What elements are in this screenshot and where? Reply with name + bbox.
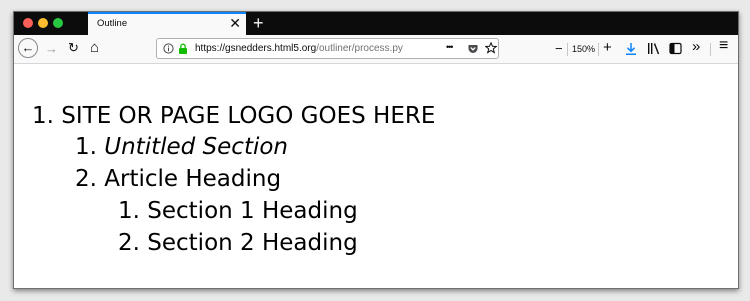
outline-heading: Section 2 Heading bbox=[147, 230, 358, 256]
outline-heading: SITE OR PAGE LOGO GOES HERE bbox=[61, 103, 436, 129]
bookmark-star-icon[interactable] bbox=[485, 42, 497, 54]
zoom-level[interactable]: 150% bbox=[572, 44, 595, 54]
download-icon[interactable] bbox=[625, 42, 637, 56]
new-tab-icon[interactable]: + bbox=[253, 12, 264, 34]
outline-number: 1. bbox=[75, 134, 97, 160]
outline-number: 1. bbox=[32, 103, 54, 129]
tab-bar: Outline ✕ + bbox=[14, 12, 738, 35]
url-path: /outliner/process.py bbox=[316, 43, 403, 54]
outline-number: 1. bbox=[118, 198, 140, 224]
tab-title: Outline bbox=[97, 18, 128, 29]
navigation-toolbar: ← → ↻ ⌂ https://gsnedders.html5.org/outl… bbox=[14, 35, 738, 64]
zoom-in-icon[interactable]: + bbox=[603, 40, 612, 55]
toolbar-separator bbox=[710, 43, 711, 56]
info-icon[interactable] bbox=[163, 43, 174, 54]
zoom-separator-right bbox=[598, 43, 599, 56]
outline-heading: Untitled Section bbox=[104, 134, 289, 160]
zoom-out-icon[interactable]: − bbox=[555, 42, 563, 56]
page-content: 1. SITE OR PAGE LOGO GOES HERE 1. Untitl… bbox=[14, 64, 738, 288]
library-icon[interactable] bbox=[647, 42, 661, 55]
tab-close-icon[interactable]: ✕ bbox=[229, 15, 241, 31]
minimize-window-button[interactable] bbox=[38, 18, 48, 28]
overflow-menu-icon[interactable]: » bbox=[692, 39, 700, 54]
url-bar[interactable]: https://gsnedders.html5.org/outliner/pro… bbox=[156, 38, 499, 59]
lock-icon[interactable] bbox=[178, 43, 188, 55]
outline-number: 2. bbox=[118, 230, 140, 256]
zoom-separator-left bbox=[567, 43, 568, 56]
outline-number: 2. bbox=[75, 166, 97, 192]
reload-icon[interactable]: ↻ bbox=[68, 41, 79, 55]
outline-heading: Article Heading bbox=[104, 166, 282, 192]
pocket-icon[interactable] bbox=[467, 43, 479, 55]
sidebar-icon[interactable] bbox=[669, 42, 682, 55]
url-domain: https://gsnedders.html5.org bbox=[195, 43, 317, 54]
hamburger-menu-icon[interactable]: ≡ bbox=[719, 38, 728, 54]
outline-heading: Section 1 Heading bbox=[147, 198, 358, 224]
outline-item-1: 1. SITE OR PAGE LOGO GOES HERE bbox=[32, 102, 435, 130]
outline-item-1-2-1: 1. Section 1 Heading bbox=[118, 197, 358, 225]
outline-item-1-2: 2. Article Heading bbox=[75, 165, 281, 193]
url-text: https://gsnedders.html5.org/outliner/pro… bbox=[195, 43, 403, 54]
forward-icon[interactable]: → bbox=[45, 42, 58, 56]
close-window-button[interactable] bbox=[23, 18, 33, 28]
back-icon[interactable]: ← bbox=[18, 38, 38, 58]
outline-item-1-2-2: 2. Section 2 Heading bbox=[118, 229, 358, 257]
outline-item-1-1: 1. Untitled Section bbox=[75, 133, 288, 161]
maximize-window-button[interactable] bbox=[53, 18, 63, 28]
home-icon[interactable]: ⌂ bbox=[90, 40, 99, 55]
browser-window: Outline ✕ + ← → ↻ ⌂ https://gsnedders.ht… bbox=[13, 11, 739, 289]
page-actions-icon[interactable]: ••• bbox=[446, 42, 454, 52]
tab-outline[interactable]: Outline ✕ bbox=[88, 12, 246, 35]
